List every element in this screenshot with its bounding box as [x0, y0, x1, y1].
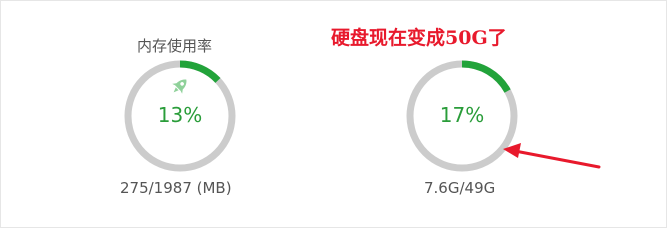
system-status-panel: 内存使用率 13% 275/1987 (MB) 17% 7.6G/49G 硬盘现…: [0, 0, 667, 228]
memory-usage-percent: 13%: [157, 103, 203, 127]
annotation-arrow-icon: [503, 143, 601, 169]
disk-usage-amount: 7.6G/49G: [424, 179, 496, 197]
disk-usage-percent: 17%: [439, 103, 485, 127]
memory-usage-gauge: 13%: [123, 59, 237, 173]
memory-usage-title: 内存使用率: [137, 37, 213, 55]
memory-usage-amount: 275/1987 (MB): [120, 179, 232, 197]
rocket-icon: [172, 79, 187, 94]
annotation-text: 硬盘现在变成50G了: [331, 27, 507, 49]
